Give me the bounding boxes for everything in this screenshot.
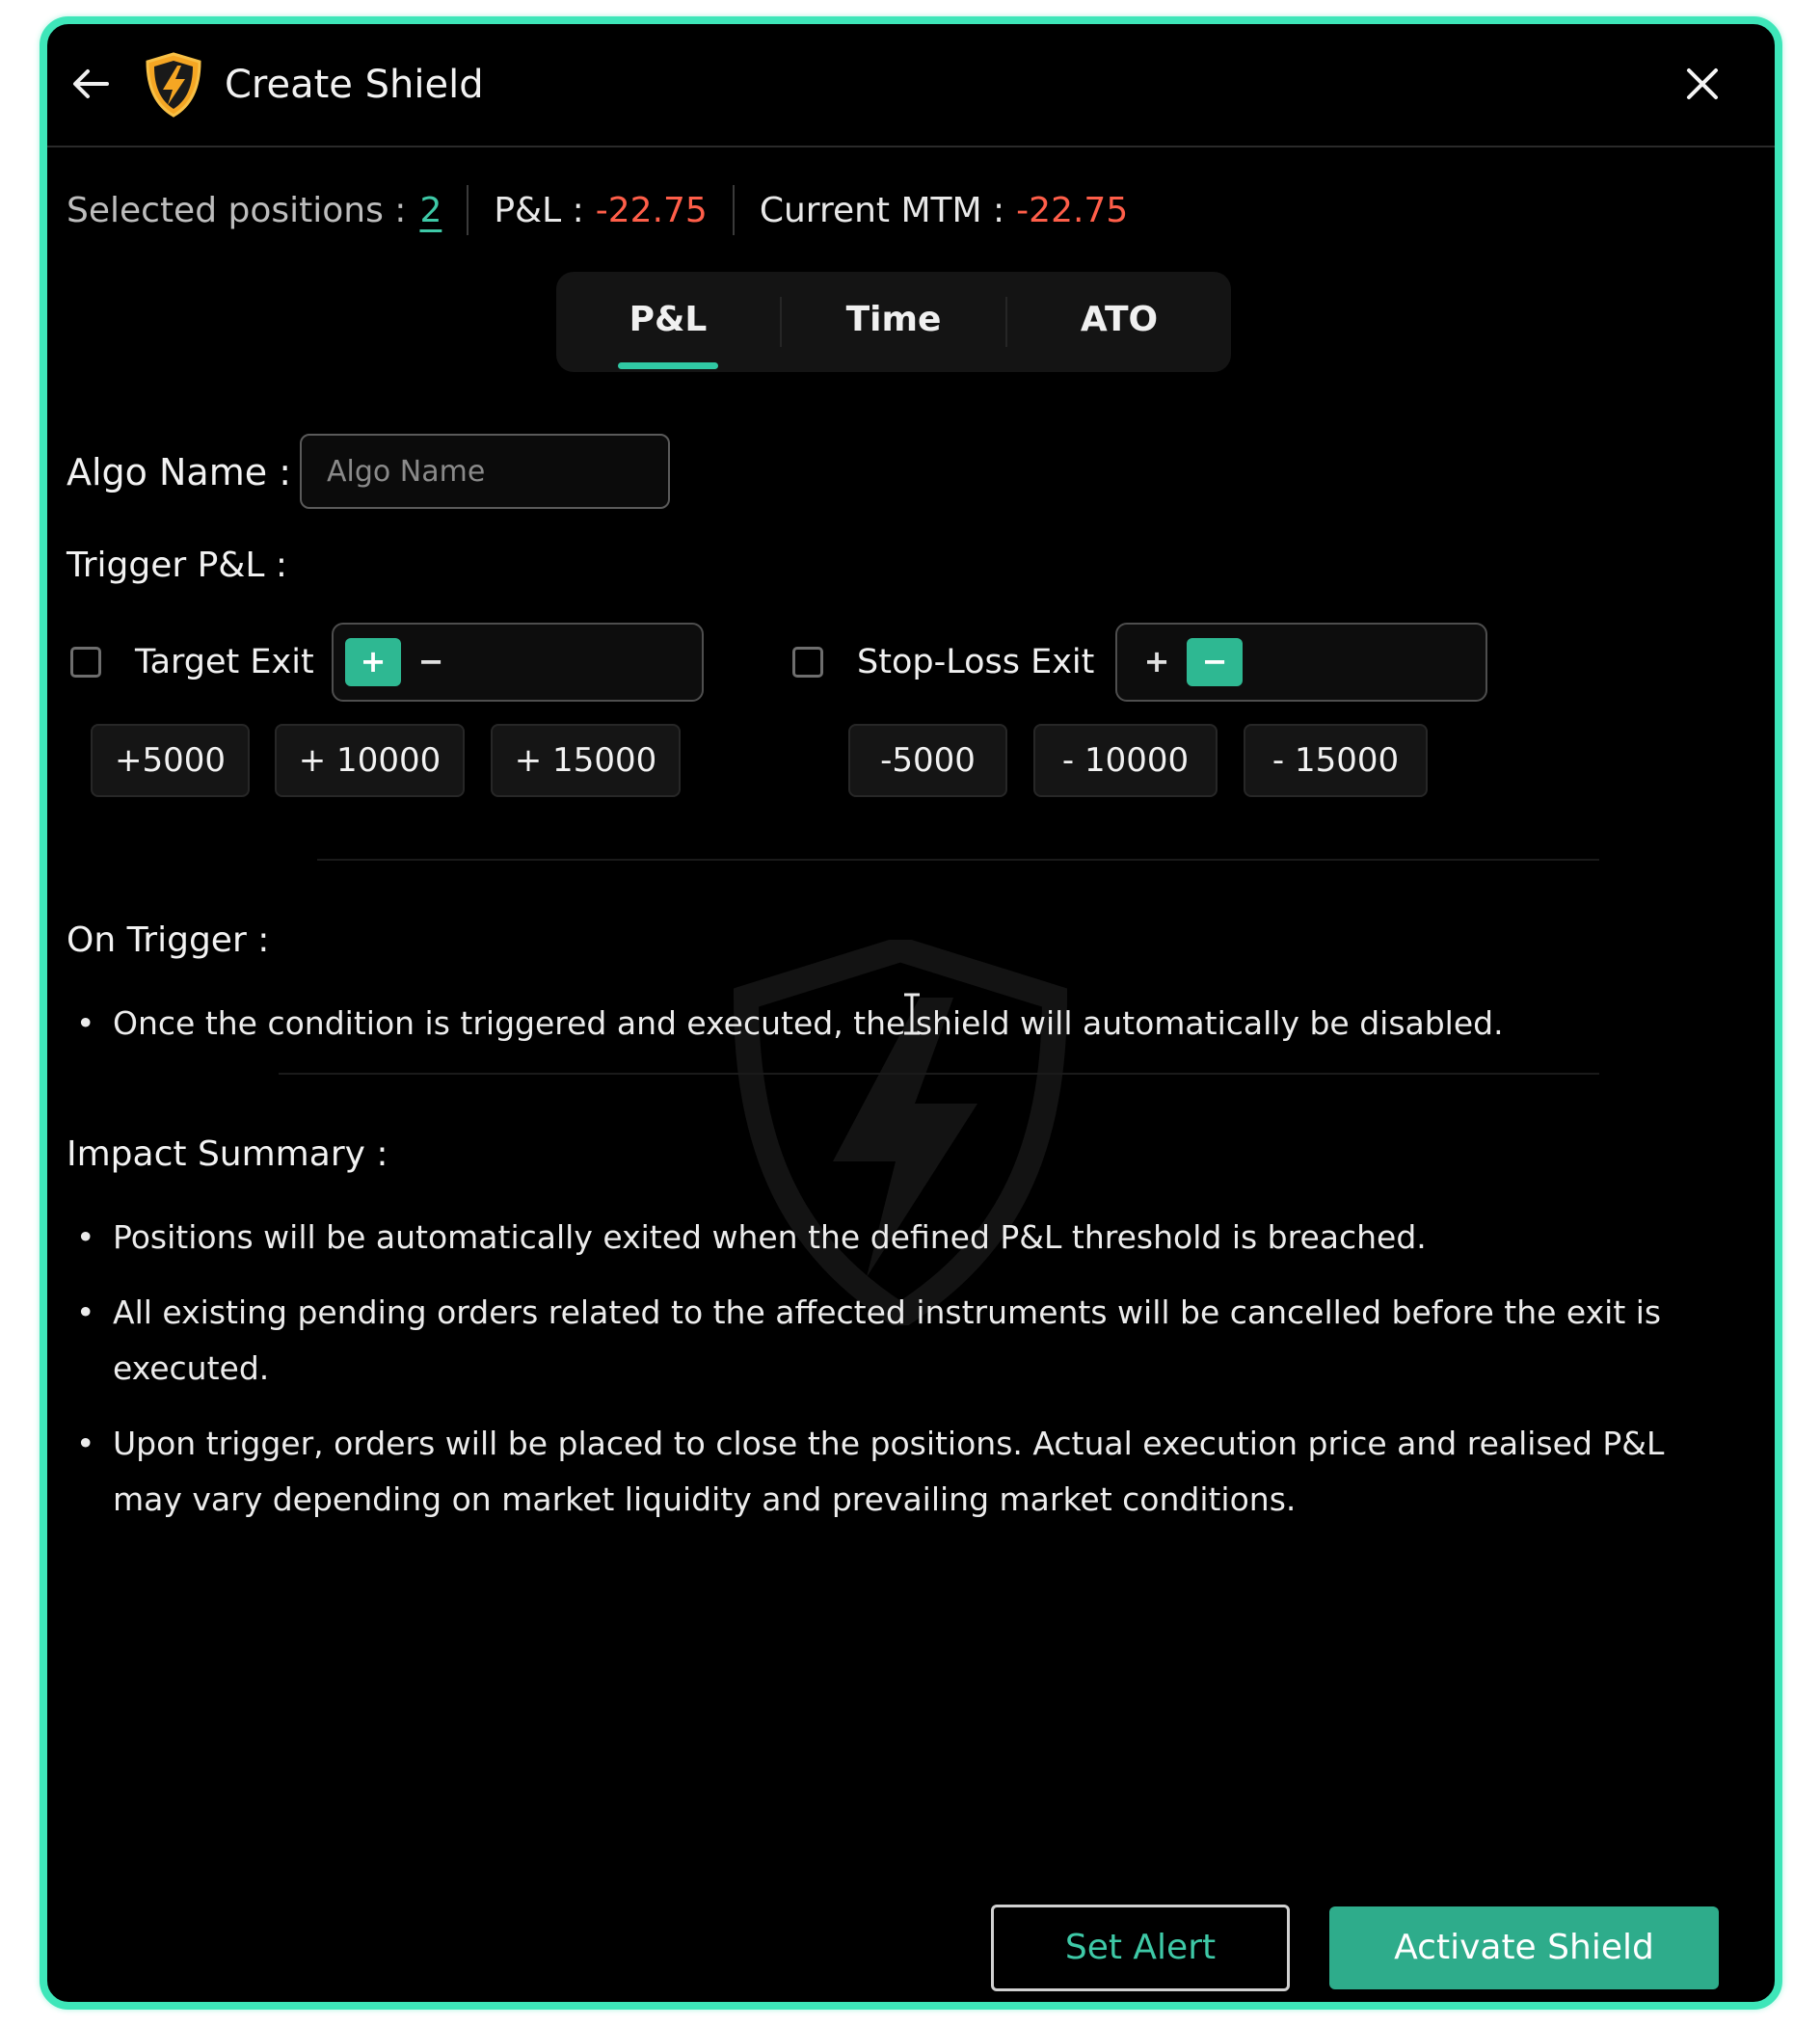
list-item: Upon trigger, orders will be placed to c… xyxy=(67,1416,1705,1528)
list-item: Once the condition is triggered and exec… xyxy=(67,996,1705,1052)
target-minus-toggle[interactable]: − xyxy=(403,638,459,686)
selected-positions-label: Selected positions : xyxy=(67,190,407,230)
target-plus-toggle[interactable]: + xyxy=(345,638,401,686)
arrow-left-icon[interactable] xyxy=(67,59,117,109)
stop-loss-exit-checkbox[interactable] xyxy=(792,647,823,678)
algo-name-input[interactable] xyxy=(300,434,670,509)
selected-positions-count[interactable]: 2 xyxy=(419,191,442,230)
on-trigger-list: Once the condition is triggered and exec… xyxy=(67,996,1705,1071)
tab-ato[interactable]: ATO xyxy=(1007,272,1231,372)
stop-loss-quick-5000-button[interactable]: -5000 xyxy=(848,724,1007,797)
page-title: Create Shield xyxy=(225,63,484,107)
set-alert-button[interactable]: Set Alert xyxy=(991,1905,1290,1991)
section-divider xyxy=(279,1073,1599,1075)
target-quick-10000-button[interactable]: + 10000 xyxy=(275,724,465,797)
impact-summary-heading: Impact Summary : xyxy=(67,1134,388,1174)
shield-lightning-icon xyxy=(146,52,201,118)
activate-shield-button[interactable]: Activate Shield xyxy=(1329,1906,1719,1989)
stop-loss-minus-toggle[interactable]: − xyxy=(1187,638,1243,686)
positions-summary: Selected positions : 2 P&L : -22.75 Curr… xyxy=(67,178,1128,242)
list-item: All existing pending orders related to t… xyxy=(67,1285,1705,1397)
tab-pnl[interactable]: P&L xyxy=(556,272,780,372)
pnl-label: P&L : xyxy=(494,190,584,230)
stop-loss-plus-toggle[interactable]: + xyxy=(1129,638,1185,686)
on-trigger-heading: On Trigger : xyxy=(67,920,270,960)
shield-type-tabs: P&L Time ATO xyxy=(556,272,1231,372)
create-shield-modal: Create Shield Selected positions : 2 P&L… xyxy=(40,16,1782,2010)
target-exit-checkbox[interactable] xyxy=(70,647,101,678)
target-exit-label: Target Exit xyxy=(135,643,314,681)
target-quick-5000-button[interactable]: +5000 xyxy=(91,724,250,797)
current-mtm-label: Current MTM : xyxy=(759,190,1005,230)
stop-loss-exit-label: Stop-Loss Exit xyxy=(857,643,1095,681)
list-item: Positions will be automatically exited w… xyxy=(67,1210,1705,1266)
current-mtm-value: -22.75 xyxy=(1016,190,1129,230)
algo-name-label: Algo Name : xyxy=(67,451,291,493)
target-quick-15000-button[interactable]: + 15000 xyxy=(491,724,681,797)
divider xyxy=(732,185,735,235)
trigger-pnl-label: Trigger P&L : xyxy=(67,546,288,585)
target-exit-value-field[interactable]: + − xyxy=(332,623,704,702)
text-cursor-icon xyxy=(904,993,920,1035)
active-tab-indicator xyxy=(618,362,718,369)
stop-loss-quick-15000-button[interactable]: - 15000 xyxy=(1244,724,1428,797)
modal-header: Create Shield xyxy=(47,24,1775,147)
section-divider xyxy=(317,859,1599,861)
divider xyxy=(467,185,469,235)
tab-time[interactable]: Time xyxy=(782,272,1005,372)
impact-summary-list: Positions will be automatically exited w… xyxy=(67,1210,1705,1547)
stop-loss-quick-10000-button[interactable]: - 10000 xyxy=(1033,724,1218,797)
close-icon[interactable] xyxy=(1679,61,1726,107)
stop-loss-exit-value-field[interactable]: + − xyxy=(1115,623,1487,702)
pnl-value: -22.75 xyxy=(595,190,708,230)
